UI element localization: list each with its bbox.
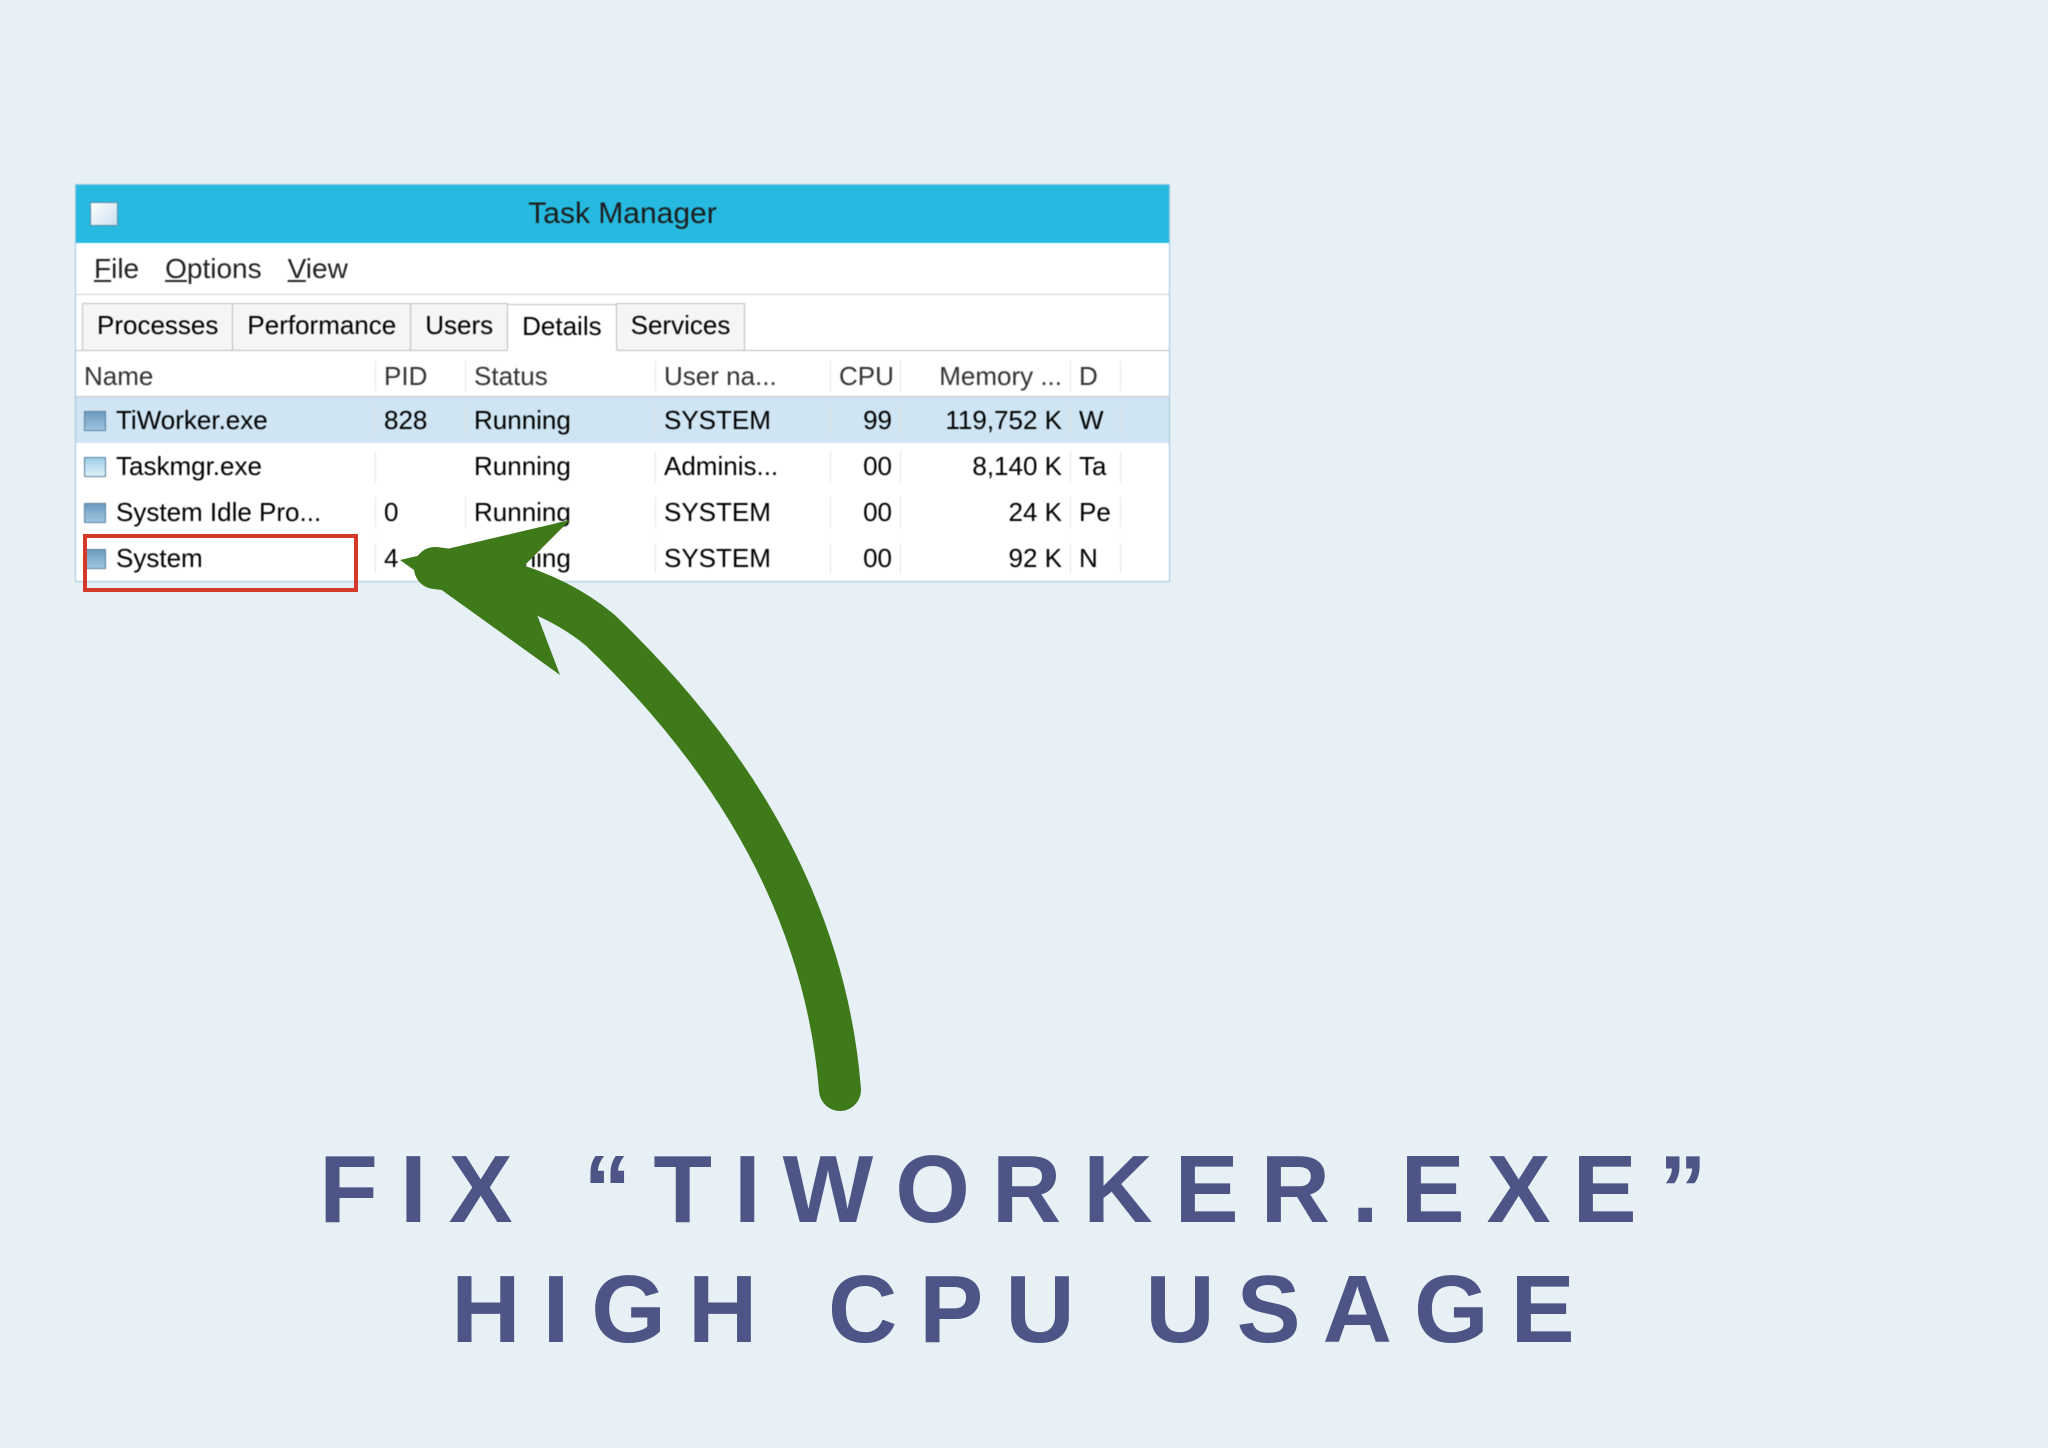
col-memory[interactable]: Memory ...: [901, 361, 1071, 392]
table-row[interactable]: System 4 Running SYSTEM 00 92 K N: [76, 535, 1169, 581]
headline: FIX “TIWORKER.EXE” HIGH CPU USAGE: [0, 1130, 2048, 1370]
cell-pid: 828: [376, 405, 466, 436]
table-row[interactable]: TiWorker.exe 828 Running SYSTEM 99 119,7…: [76, 397, 1169, 443]
process-table: Name PID Status User na... CPU Memory ..…: [76, 351, 1169, 581]
tab-users[interactable]: Users: [410, 303, 508, 350]
cell-d: Pe: [1071, 497, 1121, 528]
tab-details[interactable]: Details: [507, 304, 616, 351]
menu-file[interactable]: File: [94, 253, 139, 285]
col-pid[interactable]: PID: [376, 361, 466, 392]
table-row[interactable]: Taskmgr.exe Running Adminis... 00 8,140 …: [76, 443, 1169, 489]
menu-options[interactable]: Options: [165, 253, 262, 285]
menu-view[interactable]: View: [288, 253, 348, 285]
process-icon: [84, 457, 106, 477]
cell-user: Adminis...: [656, 451, 831, 482]
col-cpu[interactable]: CPU: [831, 361, 901, 392]
cell-status: Running: [466, 543, 656, 574]
col-status[interactable]: Status: [466, 361, 656, 392]
tab-performance[interactable]: Performance: [232, 303, 411, 350]
annotation-arrow-icon: [340, 500, 1040, 1120]
cell-name: Taskmgr.exe: [76, 451, 376, 482]
col-name[interactable]: Name: [76, 361, 376, 392]
cell-user: SYSTEM: [656, 497, 831, 528]
cell-name: System: [76, 543, 376, 574]
tab-services[interactable]: Services: [616, 303, 746, 350]
cell-d: Ta: [1071, 451, 1121, 482]
cell-status: Running: [466, 451, 656, 482]
tab-processes[interactable]: Processes: [82, 303, 233, 350]
cell-status: Running: [466, 497, 656, 528]
tab-strip: Processes Performance Users Details Serv…: [76, 295, 1169, 351]
menubar: File Options View: [76, 243, 1169, 295]
cell-d: N: [1071, 543, 1121, 574]
cell-name: System Idle Pro...: [76, 497, 376, 528]
process-icon: [84, 503, 106, 523]
cell-pid: 4: [376, 543, 466, 574]
cell-memory: 92 K: [901, 543, 1071, 574]
cell-user: SYSTEM: [656, 405, 831, 436]
cell-cpu: 00: [831, 451, 901, 482]
table-row[interactable]: System Idle Pro... 0 Running SYSTEM 00 2…: [76, 489, 1169, 535]
headline-line-2: HIGH CPU USAGE: [0, 1250, 2048, 1370]
col-d[interactable]: D: [1071, 361, 1121, 392]
cell-memory: 24 K: [901, 497, 1071, 528]
cell-memory: 8,140 K: [901, 451, 1071, 482]
table-header[interactable]: Name PID Status User na... CPU Memory ..…: [76, 351, 1169, 397]
task-manager-window: Task Manager File Options View Processes…: [75, 184, 1170, 582]
col-user[interactable]: User na...: [656, 361, 831, 392]
window-title: Task Manager: [76, 197, 1169, 231]
cell-memory: 119,752 K: [901, 405, 1071, 436]
cell-cpu: 00: [831, 543, 901, 574]
process-icon: [84, 549, 106, 569]
cell-pid: 0: [376, 497, 466, 528]
cell-d: W: [1071, 405, 1121, 436]
cell-status: Running: [466, 405, 656, 436]
cell-name: TiWorker.exe: [76, 405, 376, 436]
process-icon: [84, 411, 106, 431]
headline-line-1: FIX “TIWORKER.EXE”: [0, 1130, 2048, 1250]
cell-cpu: 00: [831, 497, 901, 528]
titlebar[interactable]: Task Manager: [76, 185, 1169, 243]
cell-cpu: 99: [831, 405, 901, 436]
cell-user: SYSTEM: [656, 543, 831, 574]
